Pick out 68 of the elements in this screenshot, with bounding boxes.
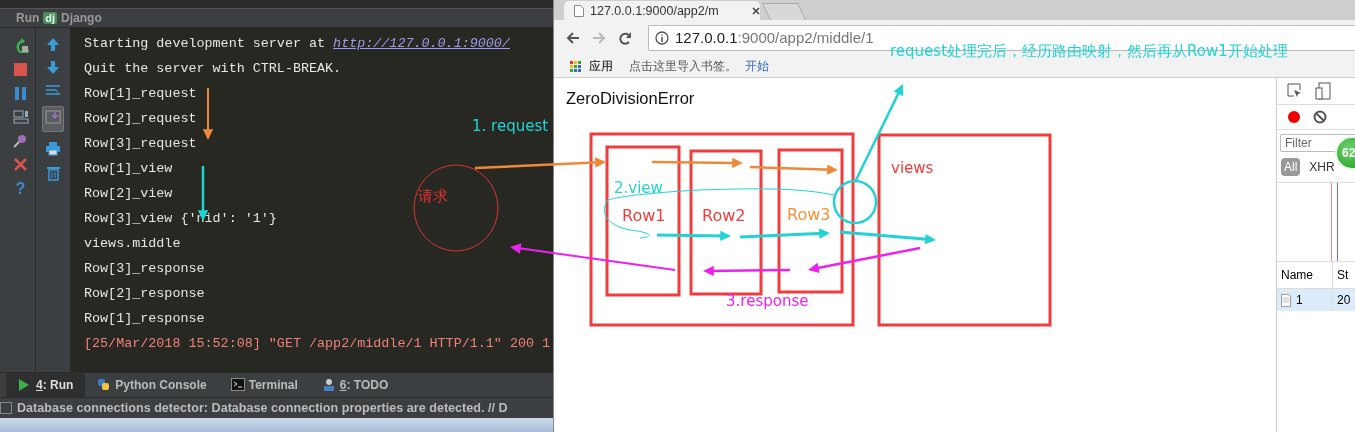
printer-icon[interactable] — [45, 141, 61, 156]
request-log-line: [25/Mar/2018 15:52:08] "GET /app2/middle/1 HTTP/1.1" 200 1 — [84, 336, 551, 351]
tool-window-tab[interactable]: 6: TODO — [309, 373, 401, 397]
layout-icon[interactable] — [12, 110, 29, 124]
apps-icon[interactable] — [570, 60, 581, 72]
console-line: Starting development server at — [84, 36, 327, 51]
console-line: Row[2]_response — [84, 286, 205, 301]
wrap-icon[interactable] — [45, 83, 61, 97]
document-icon — [1281, 293, 1291, 307]
table-cell: 20 — [1333, 289, 1355, 311]
status-checkbox-icon — [0, 402, 12, 414]
highlight-circle — [832, 179, 878, 225]
console-line: Row[1]_request — [84, 86, 197, 101]
console-line: Row[2]_request — [84, 111, 197, 126]
down-arrow — [202, 87, 214, 140]
console-line: Row[2]_view — [84, 186, 173, 201]
annotation-label: 1. request — [472, 119, 549, 134]
python-icon — [97, 378, 112, 392]
annotation-label: Row1 — [622, 208, 666, 224]
score-badge: 62 — [1335, 136, 1355, 170]
run-config-name: Django — [61, 11, 102, 25]
back-icon[interactable] — [566, 30, 580, 45]
reload-icon[interactable] — [618, 30, 632, 45]
console-line: Quit the server with CTRL-BREAK. — [84, 61, 342, 76]
pin-icon[interactable] — [13, 133, 28, 148]
up-arrow-icon[interactable] — [46, 37, 60, 51]
console-line: Row[1]_response — [84, 311, 205, 326]
annotation-label: views — [891, 161, 934, 176]
clear-icon[interactable] — [1313, 110, 1327, 124]
console-line: Row[1]_view — [84, 161, 173, 176]
tool-window-tab[interactable]: Terminal — [218, 373, 310, 397]
down-arrow-icon[interactable] — [46, 60, 60, 74]
page-icon — [574, 4, 584, 17]
terminal-icon — [230, 378, 245, 392]
console-line: Row[3]_response — [84, 261, 205, 276]
request-row[interactable]: 1 20 — [1277, 289, 1355, 311]
annotation-label: 请求 — [418, 189, 448, 204]
annotation-label: Row3 — [787, 207, 831, 223]
annotation-label: 3.response — [726, 294, 809, 309]
apps-link[interactable]: 应用 — [589, 57, 613, 75]
django-icon: dj — [43, 12, 58, 24]
record-icon[interactable] — [1287, 110, 1301, 124]
server-link[interactable]: http://127.0.0.1:9000/ — [333, 36, 510, 51]
trash-icon[interactable] — [45, 165, 61, 181]
type-filter-tab[interactable]: XHR — [1306, 158, 1338, 176]
person-icon — [321, 378, 336, 392]
device-icon[interactable] — [1315, 82, 1331, 100]
error-heading: ZeroDivisionError — [566, 89, 696, 108]
toggle-button[interactable] — [42, 106, 64, 132]
run-label: Run — [16, 11, 40, 25]
tool-window-tab[interactable]: 4: Run — [6, 373, 86, 397]
annotation-label: Row2 — [702, 208, 746, 224]
browser-tab[interactable]: 127.0.0.1:9000/app2/m — [564, 1, 760, 20]
column-header[interactable]: Name — [1277, 262, 1333, 288]
column-header[interactable]: St — [1333, 262, 1355, 288]
start-link[interactable]: 开始 — [745, 57, 769, 75]
status-message: Database connections detector: Database connection properties are detected. // D — [17, 401, 508, 415]
pause-icon[interactable] — [14, 86, 27, 101]
annotation-label: 2.view — [614, 181, 663, 196]
inspect-icon[interactable] — [1287, 83, 1303, 99]
import-bookmarks-link[interactable]: 点击这里导入书签。 — [629, 57, 737, 75]
tool-window-tab[interactable]: Python Console — [85, 373, 219, 397]
console-line: views.middle — [84, 236, 181, 251]
stop-icon[interactable] — [13, 62, 28, 77]
info-icon — [655, 30, 669, 45]
table-cell-text: 1 — [1296, 292, 1303, 309]
console-line: Row[3]_request — [84, 136, 197, 151]
close-icon[interactable] — [752, 6, 760, 15]
